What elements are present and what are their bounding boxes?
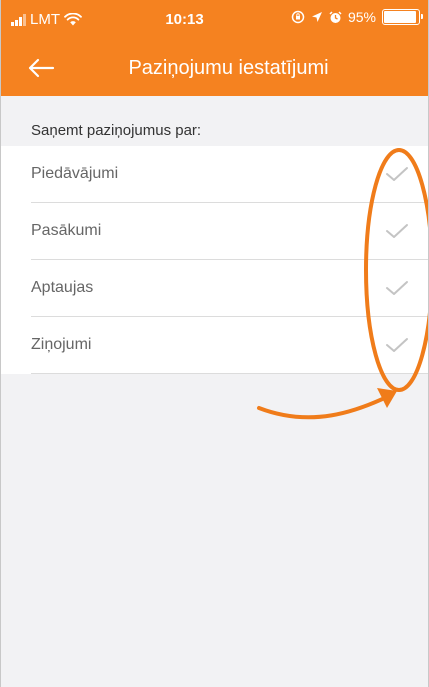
alarm-icon	[329, 10, 342, 23]
list-item-label: Ziņojumi	[31, 336, 92, 353]
rotation-lock-icon	[291, 10, 305, 24]
navigation-bar: Paziņojumu iestatījumi	[1, 40, 428, 96]
checkmark-icon[interactable]	[384, 278, 410, 298]
phone-screen: LMT 10:13 95% Paziņojumu iestatījumi Saņ…	[0, 0, 429, 687]
status-bar: LMT 10:13 95%	[1, 0, 428, 40]
status-right: 95%	[291, 9, 423, 25]
list-item[interactable]: Aptaujas	[1, 260, 428, 317]
checkmark-icon[interactable]	[384, 335, 410, 355]
app-header: LMT 10:13 95% Paziņojumu iestatījumi	[1, 0, 428, 96]
list-item-label: Piedāvājumi	[31, 165, 119, 182]
checkmark-icon[interactable]	[384, 221, 410, 241]
battery-icon	[382, 9, 423, 25]
page-title: Paziņojumu iestatījumi	[128, 57, 329, 79]
list-item[interactable]: Ziņojumi	[1, 317, 428, 374]
list-item[interactable]: Pasākumi	[1, 203, 428, 260]
settings-content: Saņemt paziņojumus par: Piedāvājumi Pasā…	[1, 96, 428, 687]
location-icon	[311, 12, 322, 22]
checkmark-icon[interactable]	[384, 164, 410, 184]
list-item[interactable]: Piedāvājumi	[1, 146, 428, 203]
list-item-label: Pasākumi	[31, 222, 102, 239]
battery-percent: 95%	[347, 9, 376, 25]
battery-fill	[384, 11, 417, 23]
divider	[31, 373, 428, 374]
list-item-label: Aptaujas	[31, 279, 94, 296]
notification-list: Piedāvājumi Pasākumi Aptaujas Ziņojumi	[1, 146, 428, 374]
section-title: Saņemt paziņojumus par:	[31, 122, 202, 139]
